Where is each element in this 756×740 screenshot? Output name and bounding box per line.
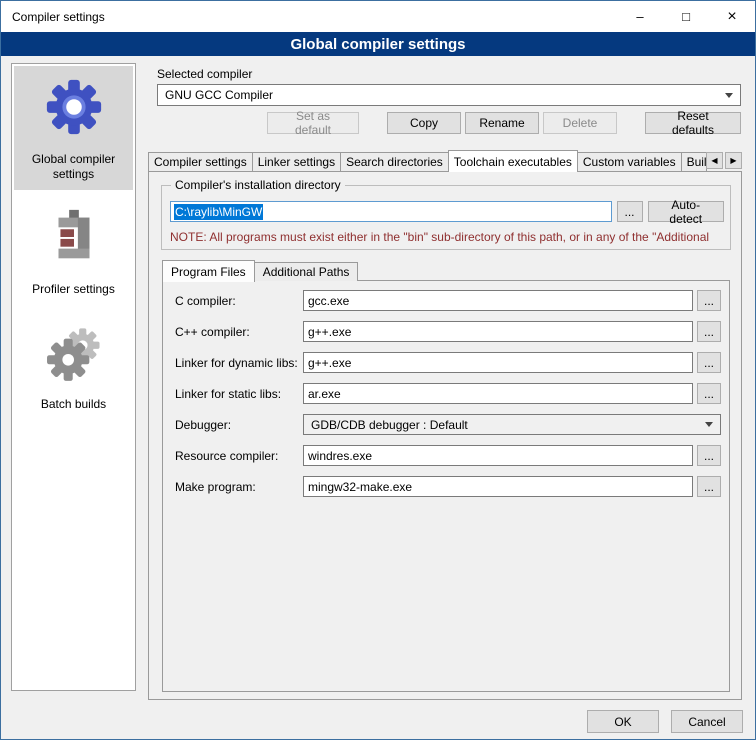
- resource-compiler-input[interactable]: [303, 445, 693, 466]
- tab-scroll-controls: ◀ ▶: [706, 152, 742, 171]
- delete-button[interactable]: Delete: [543, 112, 617, 134]
- tab-toolchain-executables[interactable]: Toolchain executables: [448, 150, 578, 172]
- make-program-browse-button[interactable]: ...: [697, 476, 721, 497]
- chevron-down-icon: [705, 422, 713, 427]
- tab-compiler-settings[interactable]: Compiler settings: [148, 152, 253, 171]
- c-compiler-label: C compiler:: [175, 294, 303, 308]
- program-files-panel: C compiler: ... C++ compiler: ... Linker…: [162, 280, 730, 692]
- minimize-icon: –: [636, 9, 643, 24]
- compiler-actions: Set as default Copy Rename Delete Reset …: [157, 112, 741, 134]
- compiler-selected-value: GNU GCC Compiler: [165, 88, 273, 102]
- ok-button[interactable]: OK: [587, 710, 659, 733]
- tab-scroll-right-button[interactable]: ▶: [725, 152, 742, 169]
- program-files-rows: C compiler: ... C++ compiler: ... Linker…: [175, 290, 721, 497]
- field-row-static-linker: Linker for static libs: ...: [175, 383, 721, 404]
- dynamic-linker-label: Linker for dynamic libs:: [175, 356, 303, 370]
- make-program-label: Make program:: [175, 480, 303, 494]
- c-compiler-input[interactable]: [303, 290, 693, 311]
- cancel-button[interactable]: Cancel: [671, 710, 743, 733]
- arrow-left-icon: ◀: [711, 156, 717, 165]
- minimize-button[interactable]: –: [617, 1, 663, 32]
- install-dir-selected-text: C:\raylib\MinGW: [174, 204, 263, 220]
- chevron-down-icon: [725, 93, 733, 98]
- dynamic-linker-browse-button[interactable]: ...: [697, 352, 721, 373]
- subtab-program-files[interactable]: Program Files: [162, 260, 255, 282]
- gear-icon: [43, 76, 105, 138]
- cpp-compiler-label: C++ compiler:: [175, 325, 303, 339]
- auto-detect-button[interactable]: Auto-detect: [648, 201, 724, 222]
- rename-button[interactable]: Rename: [465, 112, 539, 134]
- toolchain-executables-panel: Compiler's installation directory C:\ray…: [148, 171, 742, 700]
- arrow-right-icon: ▶: [730, 156, 736, 165]
- dialog-header-title: Global compiler settings: [290, 36, 465, 53]
- settings-sidebar: Global compiler settings Profiler settin…: [11, 63, 136, 691]
- sidebar-item-label: Batch builds: [41, 397, 106, 412]
- cpp-compiler-input[interactable]: [303, 321, 693, 342]
- tab-linker-settings[interactable]: Linker settings: [252, 152, 341, 171]
- c-compiler-browse-button[interactable]: ...: [697, 290, 721, 311]
- field-row-resource-compiler: Resource compiler: ...: [175, 445, 721, 466]
- field-row-c-compiler: C compiler: ...: [175, 290, 721, 311]
- field-row-debugger: Debugger: GDB/CDB debugger : Default: [175, 414, 721, 435]
- make-program-input[interactable]: [303, 476, 693, 497]
- copy-button[interactable]: Copy: [387, 112, 461, 134]
- titlebar: Compiler settings – □ ×: [1, 1, 755, 32]
- sidebar-item-profiler-settings[interactable]: Profiler settings: [14, 196, 133, 305]
- compiler-select[interactable]: GNU GCC Compiler: [157, 84, 741, 106]
- install-dir-browse-button[interactable]: ...: [617, 201, 643, 222]
- resource-compiler-browse-button[interactable]: ...: [697, 445, 721, 466]
- sidebar-item-label: Global compiler settings: [16, 152, 131, 182]
- window-controls: – □ ×: [617, 1, 755, 32]
- debugger-select[interactable]: GDB/CDB debugger : Default: [303, 414, 721, 435]
- toolchain-subtabs: Program Files Additional Paths: [162, 259, 357, 281]
- sidebar-item-batch-builds[interactable]: Batch builds: [14, 311, 133, 420]
- close-button[interactable]: ×: [709, 1, 755, 32]
- field-row-cpp-compiler: C++ compiler: ...: [175, 321, 721, 342]
- reset-defaults-button[interactable]: Reset defaults: [645, 112, 741, 134]
- debugger-label: Debugger:: [175, 418, 303, 432]
- dialog-header: Global compiler settings: [1, 32, 755, 56]
- field-row-dynamic-linker: Linker for dynamic libs: ...: [175, 352, 721, 373]
- batch-builds-icon: [43, 321, 105, 383]
- profiler-icon: [43, 206, 105, 268]
- static-linker-input[interactable]: [303, 383, 693, 404]
- note-text: NOTE: All programs must exist either in …: [170, 230, 745, 244]
- tab-build-options[interactable]: Build: [681, 152, 707, 171]
- tab-scroll-left-button[interactable]: ◀: [706, 152, 723, 169]
- settings-tabs: Compiler settings Linker settings Search…: [148, 149, 742, 171]
- debugger-selected-value: GDB/CDB debugger : Default: [311, 418, 468, 432]
- compiler-settings-window: Compiler settings – □ × Global compiler …: [0, 0, 756, 740]
- selected-compiler-label: Selected compiler: [157, 67, 252, 81]
- installation-directory-label: Compiler's installation directory: [171, 178, 345, 192]
- sidebar-item-global-compiler-settings[interactable]: Global compiler settings: [14, 66, 133, 190]
- dynamic-linker-input[interactable]: [303, 352, 693, 373]
- static-linker-label: Linker for static libs:: [175, 387, 303, 401]
- cpp-compiler-browse-button[interactable]: ...: [697, 321, 721, 342]
- install-dir-input[interactable]: C:\raylib\MinGW: [170, 201, 612, 222]
- maximize-button[interactable]: □: [663, 1, 709, 32]
- maximize-icon: □: [682, 9, 690, 24]
- sidebar-item-label: Profiler settings: [32, 282, 115, 297]
- installation-directory-groupbox: Compiler's installation directory C:\ray…: [161, 185, 731, 250]
- close-icon: ×: [727, 8, 736, 26]
- tab-custom-variables[interactable]: Custom variables: [577, 152, 682, 171]
- resource-compiler-label: Resource compiler:: [175, 449, 303, 463]
- tab-search-directories[interactable]: Search directories: [340, 152, 449, 171]
- window-title: Compiler settings: [1, 10, 105, 24]
- installation-directory-row: C:\raylib\MinGW ... Auto-detect: [170, 201, 724, 222]
- subtab-additional-paths[interactable]: Additional Paths: [254, 262, 359, 281]
- set-as-default-button[interactable]: Set as default: [267, 112, 359, 134]
- field-row-make-program: Make program: ...: [175, 476, 721, 497]
- static-linker-browse-button[interactable]: ...: [697, 383, 721, 404]
